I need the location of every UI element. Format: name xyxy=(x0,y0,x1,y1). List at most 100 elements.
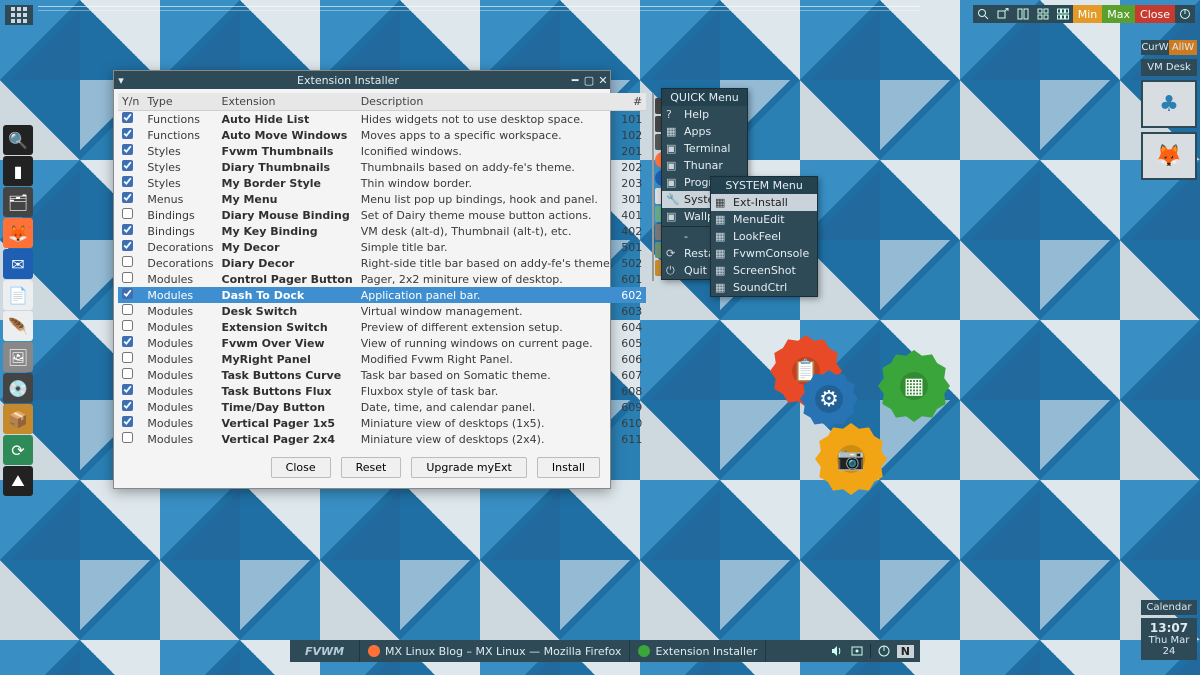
table-row[interactable]: ModulesDesk SwitchVirtual window managem… xyxy=(118,303,646,319)
enable-checkbox[interactable] xyxy=(122,144,133,155)
enable-checkbox[interactable] xyxy=(122,432,133,443)
table-row[interactable]: ModulesVertical Pager 1x5Miniature view … xyxy=(118,415,646,431)
table-row[interactable]: FunctionsAuto Hide ListHides widgets not… xyxy=(118,111,646,128)
fvwm-logo[interactable]: FVWM xyxy=(290,640,360,662)
search-icon[interactable] xyxy=(973,5,993,23)
table-row[interactable]: FunctionsAuto Move WindowsMoves apps to … xyxy=(118,127,646,143)
terminal-icon[interactable]: ▮ xyxy=(3,156,33,186)
all-workspaces-tab[interactable]: AllW xyxy=(1169,40,1197,55)
image-viewer-icon[interactable]: 🖼 xyxy=(3,342,33,372)
grid-3x2-icon[interactable] xyxy=(1053,5,1073,23)
table-row[interactable]: ModulesControl Pager ButtonPager, 2x2 mi… xyxy=(118,271,646,287)
enable-checkbox[interactable] xyxy=(122,208,133,219)
window-menu-icon[interactable]: ▾ xyxy=(114,74,128,87)
menu-item-apps[interactable]: ▦Apps xyxy=(662,123,747,140)
table-row[interactable]: ModulesTime/Day ButtonDate, time, and ca… xyxy=(118,399,646,415)
upgrade-button[interactable]: Upgrade myExt xyxy=(411,457,527,478)
col-num[interactable]: # xyxy=(617,93,646,111)
tray-indicator[interactable]: N xyxy=(897,645,914,658)
search-icon[interactable]: 🔍 xyxy=(3,125,33,155)
table-row[interactable]: StylesDiary ThumbnailsThumbnails based o… xyxy=(118,159,646,175)
menu-item-terminal[interactable]: ▣Terminal xyxy=(662,140,747,157)
notifications-icon[interactable] xyxy=(850,644,864,658)
enable-checkbox[interactable] xyxy=(122,352,133,363)
enable-checkbox[interactable] xyxy=(122,240,133,251)
install-button[interactable]: Install xyxy=(537,457,600,478)
table-row[interactable]: MenusMy MenuMenu list pop up bindings, h… xyxy=(118,191,646,207)
close-button[interactable]: Close xyxy=(1135,5,1175,23)
snapshot-icon[interactable]: 💿 xyxy=(3,373,33,403)
col-yn[interactable]: Y/n xyxy=(118,93,143,111)
enable-checkbox[interactable] xyxy=(122,256,133,267)
pager-cell-1[interactable]: ♣ xyxy=(1141,80,1197,128)
enable-checkbox[interactable] xyxy=(122,128,133,139)
close-button[interactable]: Close xyxy=(271,457,331,478)
table-row[interactable]: ModulesTask Buttons CurveTask bar based … xyxy=(118,367,646,383)
table-row[interactable]: DecorationsMy DecorSimple title bar.501 xyxy=(118,239,646,255)
menu-item-menuedit[interactable]: ▦MenuEdit xyxy=(711,211,817,228)
table-row[interactable]: ModulesTask Buttons FluxFluxbox style of… xyxy=(118,383,646,399)
reset-button[interactable]: Reset xyxy=(341,457,402,478)
enable-checkbox[interactable] xyxy=(122,416,133,427)
enable-checkbox[interactable] xyxy=(122,224,133,235)
minimize-button[interactable]: Min xyxy=(1073,5,1103,23)
minimize-icon[interactable]: ━ xyxy=(568,74,582,87)
enable-checkbox[interactable] xyxy=(122,384,133,395)
file-manager-icon[interactable]: 🗂 xyxy=(3,187,33,217)
enable-checkbox[interactable] xyxy=(122,336,133,347)
menu-item-help[interactable]: ?Help xyxy=(662,106,747,123)
enable-checkbox[interactable] xyxy=(122,368,133,379)
table-row[interactable]: StylesFvwm ThumbnailsIconified windows.2… xyxy=(118,143,646,159)
menu-item-fvwmconsole[interactable]: ▦FvwmConsole xyxy=(711,245,817,262)
current-workspace-tab[interactable]: CurW xyxy=(1141,40,1169,55)
menu-item-lookfeel[interactable]: ▦LookFeel xyxy=(711,228,817,245)
menu-item-ext-install[interactable]: ▦Ext-Install xyxy=(711,194,817,211)
thunderbird-icon[interactable]: ✉ xyxy=(3,249,33,279)
col-type[interactable]: Type xyxy=(143,93,217,111)
writer-icon[interactable]: 📄 xyxy=(3,280,33,310)
package-installer-icon[interactable]: 📦 xyxy=(3,404,33,434)
col-desc[interactable]: Description xyxy=(357,93,618,111)
power-icon[interactable] xyxy=(1175,5,1195,23)
tile-vertical-icon[interactable] xyxy=(1013,5,1033,23)
col-ext[interactable]: Extension xyxy=(218,93,357,111)
maximize-icon[interactable]: ▢ xyxy=(582,74,596,87)
table-row[interactable]: ModulesExtension SwitchPreview of differ… xyxy=(118,319,646,335)
menu-item-soundctrl[interactable]: ▦SoundCtrl xyxy=(711,279,817,296)
enable-checkbox[interactable] xyxy=(122,400,133,411)
close-icon[interactable]: ✕ xyxy=(596,74,610,87)
apps-menu-button[interactable] xyxy=(5,5,33,25)
enable-checkbox[interactable] xyxy=(122,160,133,171)
task-extension-installer[interactable]: Extension Installer xyxy=(630,640,766,662)
mx-tools-icon[interactable]: ⛰ xyxy=(3,466,33,496)
table-row[interactable]: DecorationsDiary DecorRight-side title b… xyxy=(118,255,646,271)
power-icon[interactable] xyxy=(877,644,891,658)
move-to-desktop-icon[interactable] xyxy=(993,5,1013,23)
grid-2x2-icon[interactable] xyxy=(1033,5,1053,23)
table-row[interactable]: BindingsMy Key BindingVM desk (alt-d), T… xyxy=(118,223,646,239)
gear-green-icon[interactable]: ▦ xyxy=(878,350,950,422)
volume-icon[interactable] xyxy=(830,644,844,658)
enable-checkbox[interactable] xyxy=(122,176,133,187)
table-row[interactable]: ModulesDash To DockApplication panel bar… xyxy=(118,287,646,303)
enable-checkbox[interactable] xyxy=(122,192,133,203)
menu-item-thunar[interactable]: ▣Thunar xyxy=(662,157,747,174)
firefox-icon[interactable]: 🦊 xyxy=(3,218,33,248)
enable-checkbox[interactable] xyxy=(122,112,133,123)
table-row[interactable]: ModulesMyRight PanelModified Fvwm Right … xyxy=(118,351,646,367)
task-firefox[interactable]: MX Linux Blog – MX Linux — Mozilla Firef… xyxy=(360,640,630,662)
text-editor-icon[interactable]: 🪶 xyxy=(3,311,33,341)
menu-item-screenshot[interactable]: ▦ScreenShot xyxy=(711,262,817,279)
enable-checkbox[interactable] xyxy=(122,320,133,331)
table-row[interactable]: ModulesVertical Pager 2x4Miniature view … xyxy=(118,431,646,447)
enable-checkbox[interactable] xyxy=(122,304,133,315)
table-row[interactable]: BindingsDiary Mouse BindingSet of Dairy … xyxy=(118,207,646,223)
gear-orange-icon[interactable]: 📷 xyxy=(815,423,887,495)
table-row[interactable]: ModulesFvwm Over ViewView of running win… xyxy=(118,335,646,351)
maximize-button[interactable]: Max xyxy=(1102,5,1135,23)
pager-cell-2[interactable]: 🦊 xyxy=(1141,132,1197,180)
enable-checkbox[interactable] xyxy=(122,272,133,283)
enable-checkbox[interactable] xyxy=(122,288,133,299)
window-titlebar[interactable]: ▾ Extension Installer ━ ▢ ✕ xyxy=(114,71,610,89)
clock-widget[interactable]: 13:07 Thu Mar 24 xyxy=(1141,618,1197,660)
